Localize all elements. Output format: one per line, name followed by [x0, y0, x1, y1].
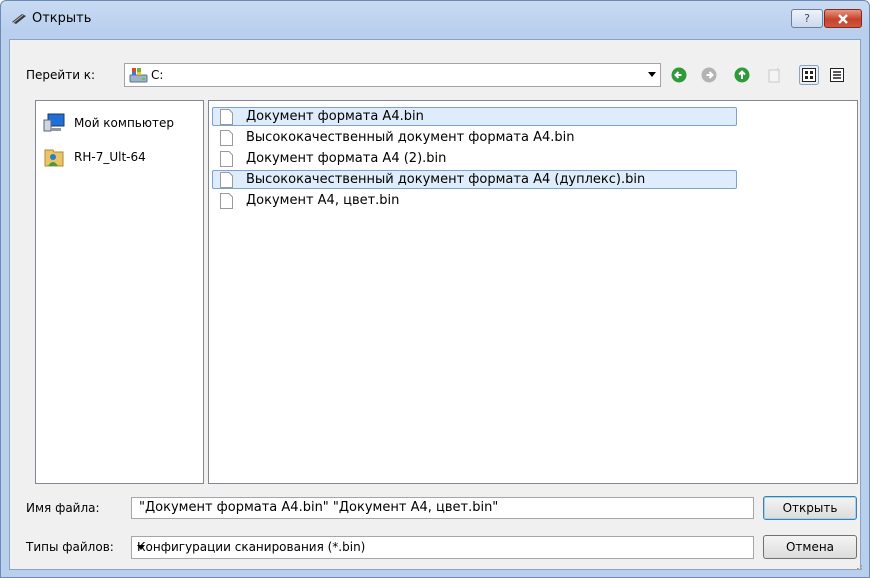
- file-item[interactable]: Документ формата A4.bin: [212, 107, 737, 126]
- drive-icon: [129, 68, 148, 83]
- file-icon: [220, 193, 233, 209]
- filetype-select[interactable]: Конфигурации сканирования (*.bin): [131, 536, 754, 559]
- help-button[interactable]: ?: [791, 9, 823, 28]
- computer-icon: [43, 113, 65, 132]
- resize-grip-icon[interactable]: [853, 561, 863, 571]
- up-folder-icon[interactable]: [734, 67, 750, 83]
- file-item[interactable]: Документ формата A4 (2).bin: [212, 149, 446, 168]
- filetype-value: Конфигурации сканирования (*.bin): [137, 540, 366, 554]
- place-label: Мой компьютер: [74, 116, 174, 130]
- file-item[interactable]: Документ A4, цвет.bin: [212, 191, 399, 210]
- filename-input[interactable]: "Документ формата A4.bin" "Документ A4, …: [131, 497, 754, 519]
- chevron-down-icon[interactable]: [648, 72, 656, 77]
- file-icon: [220, 130, 233, 146]
- file-name: Высококачественный документ формата A4 (…: [246, 172, 646, 187]
- filename-label: Имя файла:: [26, 501, 100, 515]
- location-value: C:: [151, 68, 164, 82]
- file-icon: [220, 172, 233, 188]
- view-list-icon[interactable]: [827, 65, 847, 85]
- place-my-computer[interactable]: Мой компьютер: [42, 109, 174, 137]
- location-combobox[interactable]: C:: [124, 63, 661, 87]
- title-bar[interactable]: Открыть ?: [1, 1, 869, 39]
- chevron-down-icon[interactable]: [137, 545, 145, 550]
- file-icon: [220, 151, 233, 167]
- open-button[interactable]: Открыть: [763, 496, 857, 520]
- file-name: Документ A4, цвет.bin: [246, 193, 400, 208]
- place-user-folder[interactable]: RH-7_Ult-64: [42, 143, 146, 171]
- view-icons-icon[interactable]: [799, 65, 819, 85]
- place-label: RH-7_Ult-64: [74, 150, 146, 164]
- filename-value: "Документ формата A4.bin" "Документ A4, …: [139, 500, 499, 515]
- help-label: ?: [804, 12, 810, 25]
- file-name: Высококачественный документ формата A4.b…: [246, 130, 575, 145]
- file-item[interactable]: Высококачественный документ формата A4.b…: [212, 128, 574, 147]
- user-folder-icon: [44, 149, 64, 167]
- filetype-label: Типы файлов:: [26, 540, 114, 554]
- cancel-button[interactable]: Отмена: [763, 535, 857, 559]
- file-icon: [220, 109, 233, 125]
- goto-label: Перейти к:: [26, 68, 96, 82]
- close-button[interactable]: [824, 9, 862, 28]
- scanner-icon: [12, 14, 26, 24]
- close-icon: [838, 13, 848, 24]
- file-name: Документ формата A4 (2).bin: [246, 151, 447, 166]
- window-title: Открыть: [32, 11, 92, 26]
- file-item[interactable]: Высококачественный документ формата A4 (…: [212, 170, 737, 189]
- forward-icon[interactable]: [701, 67, 717, 83]
- file-list[interactable]: Документ формата A4.bin Высококачественн…: [208, 100, 858, 484]
- places-panel: Мой компьютер RH-7_Ult-64: [35, 100, 204, 484]
- file-name: Документ формата A4.bin: [246, 109, 424, 124]
- new-folder-icon[interactable]: [766, 67, 782, 83]
- back-icon[interactable]: [671, 67, 687, 83]
- open-file-dialog: Открыть ? Перейти к: C: Мой компьютер RH…: [0, 0, 870, 578]
